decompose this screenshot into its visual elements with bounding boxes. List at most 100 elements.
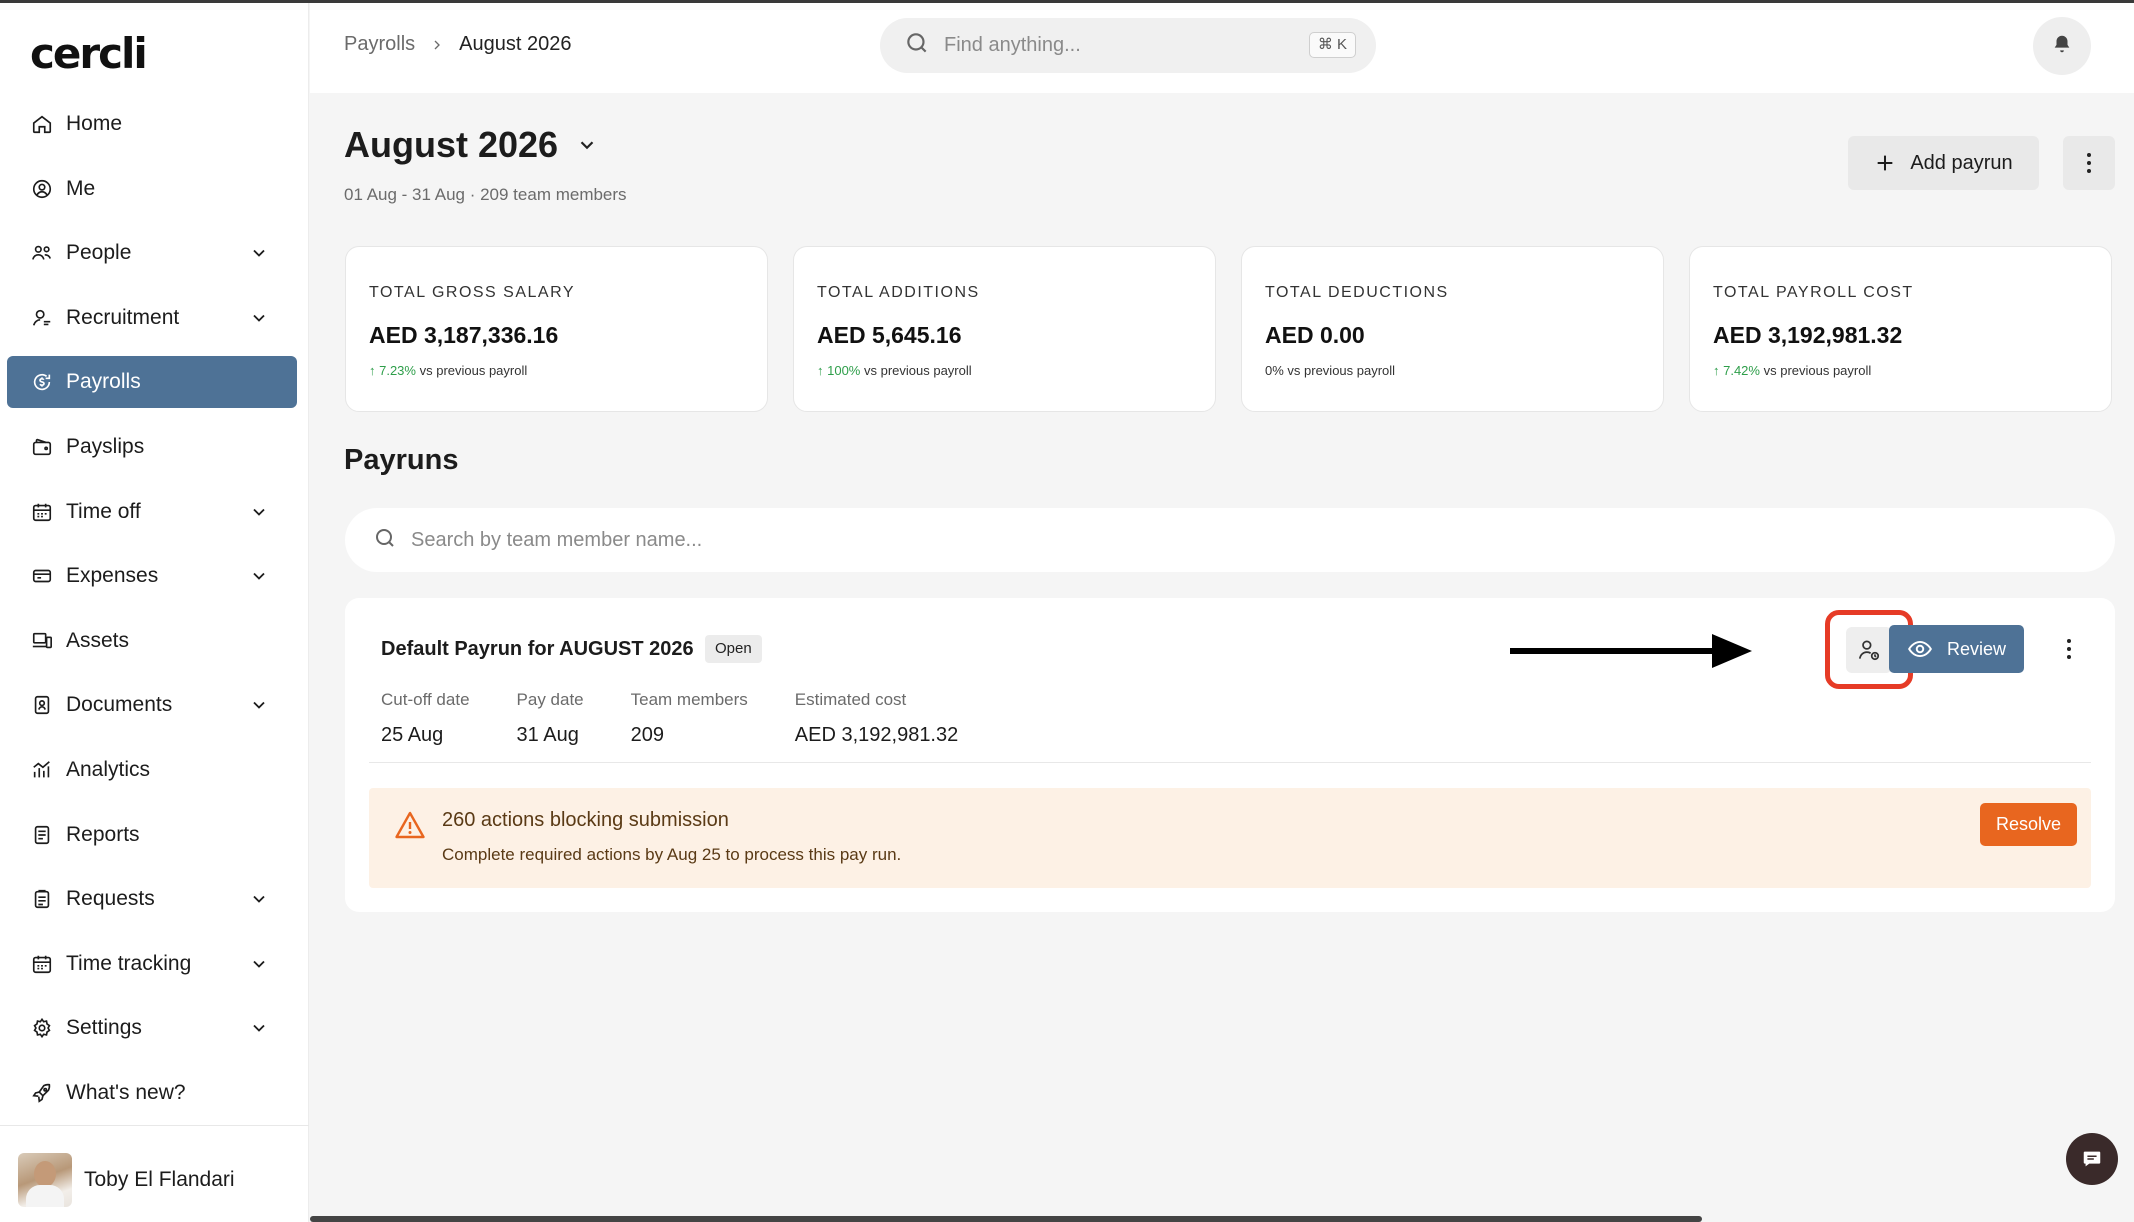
- page-title: August 2026: [344, 124, 559, 165]
- sidebar-item-time-off[interactable]: Time off: [7, 486, 297, 538]
- avatar[interactable]: [18, 1153, 72, 1207]
- keyboard-shortcut: ⌘ K: [1308, 32, 1356, 58]
- chat-support-button[interactable]: [2066, 1133, 2118, 1185]
- chevron-down-icon[interactable]: [249, 566, 269, 586]
- sidebar-item-analytics[interactable]: Analytics: [7, 744, 297, 796]
- stat-label: TOTAL ADDITIONS: [817, 284, 980, 301]
- sidebar-item-label: Expenses: [66, 564, 159, 588]
- meta-pay-date: Pay date 31 Aug: [517, 690, 584, 747]
- chat-icon: [2083, 1151, 2101, 1167]
- laptop-icon: [30, 629, 54, 653]
- kebab-icon: [2087, 153, 2091, 173]
- meta-label: Pay date: [516, 690, 584, 709]
- receipt-icon: [30, 564, 54, 588]
- sidebar-item-whats-new[interactable]: What's new?: [7, 1067, 297, 1119]
- sidebar-item-settings[interactable]: Settings: [7, 1002, 297, 1054]
- review-button[interactable]: Review: [1889, 625, 2024, 673]
- global-search-input[interactable]: [944, 34, 1274, 57]
- payrun-title[interactable]: Default Payrun for AUGUST 2026: [381, 638, 694, 661]
- bell-icon: [2051, 33, 2073, 60]
- team-member-search-input[interactable]: [411, 528, 1211, 552]
- sidebar-item-home[interactable]: Home: [7, 98, 297, 150]
- payroll-summary: TOTAL GROSS SALARY AED 3,187,336.16 ↑ 7.…: [345, 246, 2112, 412]
- sidebar-item-reports[interactable]: Reports: [7, 809, 297, 861]
- sidebar-item-payrolls[interactable]: Payrolls: [7, 356, 297, 409]
- stat-card-deductions: TOTAL DEDUCTIONS AED 0.00 0% vs previous…: [1241, 246, 1664, 412]
- meta-cutoff-date: Cut-off date 25 Aug: [381, 690, 470, 747]
- meta-value: AED 3,192,981.32: [794, 724, 959, 746]
- section-title-payruns: Payruns: [344, 444, 459, 476]
- chevron-down-icon[interactable]: [249, 954, 269, 974]
- sidebar-item-people[interactable]: People: [7, 227, 297, 279]
- user-name: Toby El Flandari: [84, 1168, 235, 1191]
- more-options-button[interactable]: [2063, 136, 2115, 190]
- payroll-icon: [30, 370, 54, 394]
- add-payrun-label: Add payrun: [1910, 151, 2013, 174]
- sidebar-item-time-tracking[interactable]: Time tracking: [7, 938, 297, 990]
- sidebar-item-label: What's new?: [66, 1080, 186, 1104]
- sidebar-item-me[interactable]: Me: [7, 163, 297, 215]
- meta-value: 25 Aug: [381, 724, 444, 746]
- breadcrumb-current: August 2026: [459, 33, 572, 55]
- search-icon: [904, 30, 930, 61]
- blocking-actions-alert: 260 actions blocking submission Complete…: [369, 788, 2091, 888]
- horizontal-scrollbar[interactable]: [310, 1216, 1702, 1222]
- chevron-down-icon[interactable]: [249, 889, 269, 909]
- sidebar-item-assets[interactable]: Assets: [7, 615, 297, 667]
- sidebar-item-documents[interactable]: Documents: [7, 679, 297, 731]
- alert-subtitle: Complete required actions by Aug 25 to p…: [442, 845, 902, 864]
- notifications-button[interactable]: [2033, 17, 2091, 75]
- sidebar-item-label: Documents: [66, 693, 173, 717]
- user-profile[interactable]: Toby El Flandari: [18, 1153, 235, 1207]
- sidebar-item-payslips[interactable]: Payslips: [7, 421, 297, 473]
- manage-members-button[interactable]: [1846, 626, 1892, 673]
- stat-label: TOTAL PAYROLL COST: [1713, 284, 1914, 301]
- sidebar-item-expenses[interactable]: Expenses: [7, 550, 297, 602]
- meta-label: Team members: [630, 690, 748, 709]
- breadcrumb-root[interactable]: Payrolls: [344, 33, 415, 56]
- status-badge: Open: [705, 635, 762, 663]
- meta-label: Cut-off date: [381, 690, 470, 709]
- top-header: Payrolls August 2026 ⌘ K: [310, 3, 2134, 93]
- sidebar-item-recruitment[interactable]: Recruitment: [7, 292, 297, 344]
- gear-icon: [30, 1016, 54, 1040]
- kebab-icon: [2067, 639, 2071, 659]
- divider: [369, 762, 2091, 763]
- payrun-search[interactable]: [345, 508, 2115, 572]
- sidebar-item-requests[interactable]: Requests: [7, 873, 297, 925]
- calendar-icon: [30, 500, 54, 524]
- search-icon: [373, 526, 397, 555]
- user-search-icon: [30, 306, 54, 330]
- chevron-down-icon[interactable]: [249, 308, 269, 328]
- chevron-down-icon[interactable]: [249, 243, 269, 263]
- meta-value: 209: [630, 724, 665, 746]
- chevron-down-icon[interactable]: [576, 134, 598, 156]
- meta-label: Estimated cost: [794, 690, 907, 709]
- analytics-icon: [30, 758, 54, 782]
- global-search[interactable]: ⌘ K: [880, 18, 1376, 73]
- people-icon: [30, 241, 54, 265]
- page-title-selector[interactable]: August 2026: [344, 124, 598, 166]
- annotation-arrow: [1506, 626, 1756, 676]
- breadcrumb: Payrolls August 2026: [344, 33, 571, 56]
- chevron-down-icon[interactable]: [249, 502, 269, 522]
- alert-title: 260 actions blocking submission: [442, 809, 729, 831]
- user-settings-icon: [1858, 639, 1880, 660]
- wallet-icon: [30, 435, 54, 459]
- payrun-more-button[interactable]: [2057, 634, 2081, 664]
- chevron-down-icon[interactable]: [249, 695, 269, 715]
- plus-icon: [1878, 155, 1893, 171]
- stat-delta: 0% vs previous payroll: [1265, 363, 1396, 378]
- home-icon: [30, 112, 54, 136]
- logo[interactable]: cercli: [30, 29, 148, 78]
- resolve-button[interactable]: Resolve: [1980, 803, 2077, 846]
- rocket-icon: [30, 1081, 54, 1105]
- stat-label: TOTAL DEDUCTIONS: [1265, 284, 1449, 301]
- warning-icon: [394, 809, 426, 841]
- sidebar-nav: Home Me People Recruitment Payrolls Pays…: [7, 98, 297, 1132]
- chevron-right-icon: [429, 33, 445, 56]
- chevron-down-icon[interactable]: [249, 1018, 269, 1038]
- sidebar-item-label: Payslips: [66, 434, 145, 458]
- add-payrun-button[interactable]: Add payrun: [1848, 136, 2039, 190]
- review-label: Review: [1946, 638, 2007, 659]
